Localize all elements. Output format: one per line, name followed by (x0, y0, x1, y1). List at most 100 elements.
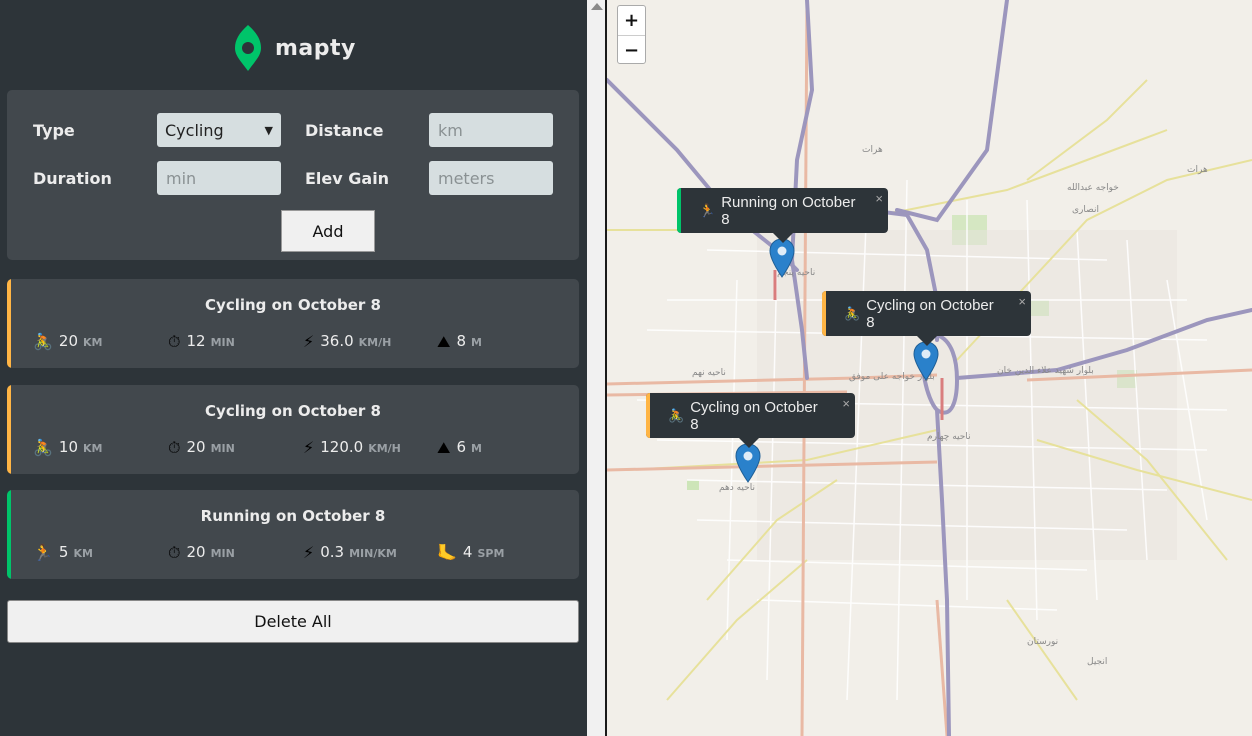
map-label: انجیل (1087, 657, 1108, 667)
map-popup-running[interactable]: 🏃 Running on October 8 × (677, 188, 888, 243)
cyclist-icon: 🚴 (844, 305, 861, 321)
stat-unit: km (83, 336, 103, 349)
stat-value: 36.0 (320, 332, 354, 350)
stat-unit: m (471, 442, 482, 455)
map-label: ناحیه دهم (719, 483, 755, 493)
stat-unit: km/h (358, 336, 392, 349)
map-label: انصاری (1072, 205, 1099, 215)
stat-value: 0.3 (320, 543, 345, 561)
stat-value: 120.0 (320, 438, 364, 456)
stopwatch-icon: ⏱ (168, 543, 181, 562)
stat-unit: min (210, 547, 235, 560)
stat-value: 8 (456, 332, 466, 350)
zoom-control: + − (617, 5, 646, 64)
stat-unit: km/h (368, 442, 401, 455)
zoom-in-button[interactable]: + (618, 6, 645, 35)
runner-icon: 🏃 (33, 543, 53, 562)
map-label: ناحیه چهارم (927, 432, 971, 442)
sidebar: mapty Type Cycling ▼ Distance Duration E… (0, 0, 587, 736)
workout-speed: ⚡ 120.0 km/h (303, 437, 401, 457)
add-button[interactable]: Add (281, 210, 375, 252)
delete-all-button[interactable]: Delete All (7, 600, 579, 643)
scroll-up-arrow-icon[interactable] (591, 3, 603, 10)
map-marker-icon[interactable] (913, 341, 939, 381)
popup-text: Cycling on October 8 (690, 398, 818, 433)
zoom-out-button[interactable]: − (618, 35, 645, 64)
workout-duration: ⏱ 20 min (168, 437, 235, 457)
distance-input[interactable] (429, 113, 553, 147)
stat-value: 5 (58, 543, 69, 561)
logo: mapty (233, 23, 356, 73)
stat-unit: spm (477, 547, 505, 560)
map-label: هرات (862, 145, 883, 155)
stat-unit: min (210, 442, 235, 455)
stat-unit: km (83, 442, 103, 455)
stat-unit: min/km (349, 547, 397, 560)
workout-type-stripe (7, 385, 11, 474)
workout-title: Cycling on October 8 (205, 402, 381, 420)
workout-elevation: ⛰ 8 m (437, 331, 482, 351)
map-label: ناحیه نهم (692, 368, 726, 378)
stat-unit: min (210, 336, 235, 349)
runner-icon: 🏃 (699, 202, 716, 218)
popup-stripe (822, 291, 826, 336)
workout-distance: 🚴 20 km (33, 331, 103, 351)
map-pin-logo-icon (235, 25, 261, 71)
app-name: mapty (275, 35, 356, 61)
type-label: Type (33, 121, 75, 140)
map-label: خواجه عبدالله (1067, 183, 1119, 193)
map-popup-cycling[interactable]: 🚴 Cycling on October 8 × (822, 291, 1031, 346)
stat-value: 20 (186, 438, 206, 456)
stopwatch-icon: ⏱ (168, 332, 181, 351)
stat-value: 6 (456, 438, 466, 456)
workout-title: Running on October 8 (200, 507, 386, 525)
popup-text: Running on October 8 (721, 193, 856, 228)
popup-text: Cycling on October 8 (866, 296, 994, 331)
workout-pace: ⚡ 0.3 min/km (303, 542, 397, 562)
workout-duration: ⏱ 12 min (168, 331, 235, 351)
workout-form: Type Cycling ▼ Distance Duration Elev Ga… (7, 90, 579, 260)
popup-stripe (677, 188, 681, 233)
type-select[interactable]: Cycling ▼ (157, 113, 281, 147)
map-label: هرات (1187, 165, 1208, 175)
popup-tip (739, 438, 759, 448)
workout-type-stripe (7, 279, 11, 368)
map-marker-icon[interactable] (735, 443, 761, 483)
workout-item[interactable]: Running on October 8 🏃 5 km ⏱ 20 min ⚡ 0… (7, 490, 579, 579)
stat-value: 20 (58, 332, 79, 350)
popup-tip (917, 336, 937, 346)
stat-value: 10 (58, 438, 79, 456)
stopwatch-icon: ⏱ (168, 438, 181, 457)
duration-input[interactable] (157, 161, 281, 195)
workout-item[interactable]: Cycling on October 8 🚴 10 km ⏱ 20 min ⚡ … (7, 385, 579, 474)
map-popup-cycling[interactable]: 🚴 Cycling on October 8 × (646, 393, 855, 448)
workout-cadence: 🦶 4 spm (437, 542, 505, 562)
map-marker-icon[interactable] (769, 238, 795, 278)
workout-elevation: ⛰ 6 m (437, 437, 482, 457)
workout-item[interactable]: Cycling on October 8 🚴 20 km ⏱ 12 min ⚡ … (7, 279, 579, 368)
footprint-icon: 🦶 (437, 543, 457, 562)
mountain-icon: ⛰ (437, 438, 451, 457)
stat-unit: km (73, 547, 93, 560)
lightning-icon: ⚡ (303, 543, 315, 562)
elevation-input[interactable] (429, 161, 553, 195)
lightning-icon: ⚡ (303, 438, 315, 457)
map-label: بلوار شهید علاء الدین خان (997, 366, 1094, 376)
close-icon[interactable]: × (842, 396, 850, 411)
duration-label: Duration (33, 169, 112, 188)
workout-type-stripe (7, 490, 11, 579)
map[interactable]: هرات هرات خواجه عبدالله انصاری ناحیه پنج… (607, 0, 1252, 736)
workout-speed: ⚡ 36.0 km/h (303, 331, 392, 351)
close-icon[interactable]: × (1018, 294, 1026, 309)
workout-distance: 🏃 5 km (33, 542, 93, 562)
popup-tip (773, 233, 793, 243)
sidebar-scrollbar[interactable] (587, 0, 606, 736)
cyclist-icon: 🚴 (33, 332, 53, 351)
map-label: نورستان (1027, 637, 1059, 647)
close-icon[interactable]: × (875, 191, 883, 206)
workout-title: Cycling on October 8 (205, 296, 381, 314)
chevron-down-icon: ▼ (264, 123, 273, 137)
cyclist-icon: 🚴 (668, 407, 685, 423)
workout-distance: 🚴 10 km (33, 437, 103, 457)
workout-duration: ⏱ 20 min (168, 542, 235, 562)
